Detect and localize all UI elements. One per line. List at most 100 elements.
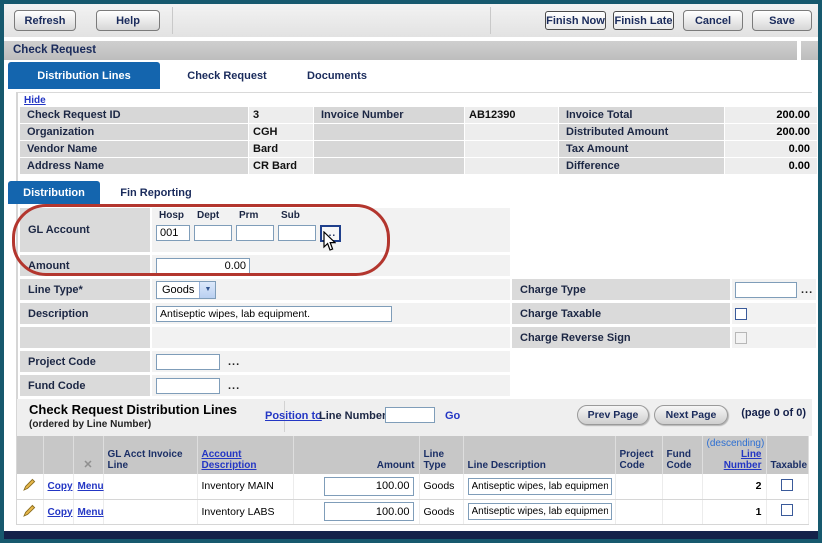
row-line-description-input[interactable] — [468, 503, 612, 520]
fund-code-input[interactable] — [156, 378, 220, 394]
gl-segment-sub-label: Sub — [281, 210, 300, 221]
amount-field — [152, 255, 510, 276]
row-amount-input[interactable] — [324, 477, 414, 496]
charge-taxable-checkbox[interactable] — [735, 308, 747, 320]
gl-prm-input[interactable] — [236, 225, 274, 241]
tab-fin-reporting[interactable]: Fin Reporting — [108, 181, 204, 204]
row-taxable-checkbox[interactable] — [781, 479, 793, 491]
form-empty-field — [152, 327, 510, 348]
col-gl-acct-invoice-line: GL Acct Invoice Line — [103, 436, 197, 474]
col-edit — [17, 436, 43, 474]
copy-link[interactable]: Copy — [48, 507, 73, 518]
col-line-description: Line Description — [463, 436, 615, 474]
menu-link[interactable]: Menu — [78, 507, 104, 518]
col-line-type: Line Type — [419, 436, 463, 474]
position-line-number-input[interactable] — [385, 407, 435, 423]
tab-distribution-lines[interactable]: Distribution Lines — [8, 62, 160, 89]
amount-input[interactable] — [156, 258, 250, 274]
finish-now-button[interactable]: Finish Now — [545, 11, 606, 30]
project-code-cell — [615, 474, 662, 499]
gl-sub-input[interactable] — [278, 225, 316, 241]
go-button[interactable]: Go — [445, 410, 460, 422]
section-subtitle: (ordered by Line Number) — [29, 419, 151, 430]
gl-segment-dept-label: Dept — [197, 210, 219, 221]
project-code-lookup-button[interactable]: ... — [228, 356, 240, 368]
tax-amount-label: Tax Amount — [559, 141, 724, 157]
title-bar: Check Request — [4, 41, 797, 60]
charge-type-field: ... — [732, 279, 816, 300]
table-header-row: ✕ GL Acct Invoice Line Account Descripti… — [17, 436, 808, 474]
summary-empty-cell — [465, 141, 558, 157]
page-title: Check Request — [13, 44, 96, 56]
fund-code-lookup-button[interactable]: ... — [228, 380, 240, 392]
descending-indicator: (descending) — [707, 438, 765, 449]
delete-column-icon[interactable]: ✕ — [83, 459, 92, 471]
tab-distribution[interactable]: Distribution — [8, 181, 100, 204]
amount-label: Amount — [20, 255, 150, 276]
difference-label: Difference — [559, 158, 724, 174]
description-label: Description — [20, 303, 150, 324]
line-type-select[interactable]: Goods ▼ — [156, 281, 216, 299]
table-row: Copy Menu Inventory LABS Goods 1 — [17, 499, 808, 524]
line-type-cell: Goods — [419, 474, 463, 499]
charge-taxable-field — [732, 303, 816, 324]
refresh-button[interactable]: Refresh — [14, 10, 76, 31]
address-name-value: CR Bard — [249, 158, 313, 174]
charge-type-lookup-button[interactable]: ... — [801, 284, 813, 296]
row-amount-input[interactable] — [324, 502, 414, 521]
gl-account-lookup-button[interactable]: ... — [320, 225, 341, 242]
summary-panel: Check Request ID 3 Invoice Number AB1239… — [20, 107, 817, 174]
help-button[interactable]: Help — [96, 10, 160, 31]
gl-dept-input[interactable] — [194, 225, 232, 241]
col-account-description: Account Description — [197, 436, 293, 474]
cancel-button[interactable]: Cancel — [683, 10, 743, 31]
check-request-id-value: 3 — [249, 107, 313, 123]
summary-empty-cell — [314, 158, 464, 174]
charge-type-input[interactable] — [735, 282, 797, 298]
tab-check-request[interactable]: Check Request — [172, 62, 282, 89]
copy-link[interactable]: Copy — [48, 481, 73, 492]
summary-empty-cell — [314, 141, 464, 157]
organization-label: Organization — [20, 124, 248, 140]
line-type-field: Goods ▼ — [152, 279, 510, 300]
position-to-link[interactable]: Position to — [265, 410, 322, 422]
next-page-button[interactable]: Next Page — [654, 405, 728, 425]
edit-pencil-icon[interactable] — [23, 478, 36, 491]
save-button[interactable]: Save — [752, 10, 812, 31]
line-type-label: Line Type* — [20, 279, 150, 300]
account-description-sort-link[interactable]: Account Description — [202, 449, 257, 471]
page-indicator: (page 0 of 0) — [741, 407, 806, 419]
menu-link[interactable]: Menu — [78, 481, 104, 492]
project-code-field: ... — [152, 351, 510, 372]
prev-page-button[interactable]: Prev Page — [577, 405, 649, 425]
row-taxable-checkbox[interactable] — [781, 504, 793, 516]
gl-hosp-input[interactable] — [156, 225, 190, 241]
fund-code-label: Fund Code — [20, 375, 150, 396]
form-empty-label — [20, 327, 150, 348]
finish-late-button[interactable]: Finish Late — [613, 11, 674, 30]
fund-code-cell — [662, 499, 702, 524]
summary-empty-cell — [314, 124, 464, 140]
description-field — [152, 303, 510, 324]
tab-documents[interactable]: Documents — [294, 62, 380, 89]
fund-code-field: ... — [152, 375, 510, 396]
project-code-cell — [615, 499, 662, 524]
difference-value: 0.00 — [725, 158, 817, 174]
table-row: Copy Menu Inventory MAIN Goods 2 — [17, 474, 808, 499]
check-request-id-label: Check Request ID — [20, 107, 248, 123]
bottom-status-bar — [4, 531, 818, 539]
tax-amount-value: 0.00 — [725, 141, 817, 157]
line-number-sort-link[interactable]: Line Number — [724, 449, 762, 471]
col-delete: ✕ — [73, 436, 103, 474]
description-input[interactable] — [156, 306, 392, 322]
project-code-input[interactable] — [156, 354, 220, 370]
content-divider — [16, 92, 812, 93]
edit-pencil-icon[interactable] — [23, 504, 36, 517]
invoice-number-label: Invoice Number — [314, 107, 464, 123]
charge-reverse-sign-label: Charge Reverse Sign — [512, 327, 730, 348]
row-line-description-input[interactable] — [468, 478, 612, 495]
hide-link[interactable]: Hide — [24, 95, 46, 106]
charge-reverse-sign-field — [732, 327, 816, 348]
summary-empty-cell — [465, 124, 558, 140]
invoice-total-label: Invoice Total — [559, 107, 724, 123]
